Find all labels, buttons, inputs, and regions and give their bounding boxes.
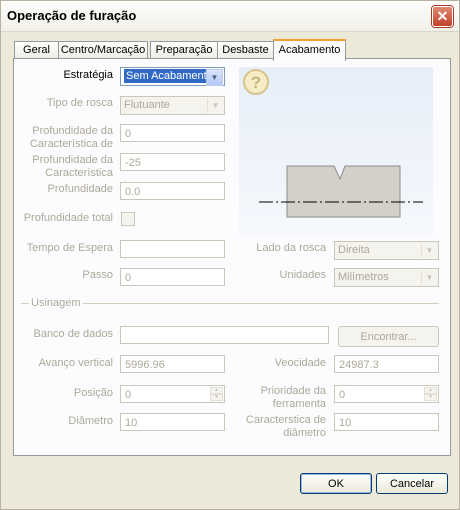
diametro-input[interactable]: 10 (120, 413, 225, 431)
caracteristica-diametro-input[interactable]: 10 (334, 413, 439, 431)
help-glyph: ? (251, 73, 261, 92)
prioridade-stepper[interactable]: 0 ▲ ▼ (334, 385, 439, 403)
tipo-rosca-label: Tipo de rosca (46, 97, 113, 109)
preview-image: ? (239, 67, 433, 235)
ok-button[interactable]: OK (300, 473, 372, 494)
velocidade-label: Veocidade (274, 357, 326, 369)
close-button[interactable]: ✕ (432, 6, 453, 27)
posicao-label: Posição (73, 387, 113, 399)
drill-preview-graphic: ? (243, 69, 423, 218)
lado-rosca-value: Direita (338, 244, 370, 256)
cancel-button[interactable]: Cancelar (376, 473, 448, 494)
label-line: ferramenta (272, 398, 326, 410)
prof-caracteristica-de-label: Profundidade da Característica de (13, 125, 113, 151)
tab-geral[interactable]: Geral (14, 41, 59, 59)
group-divider (21, 303, 439, 304)
tipo-rosca-value: Flutuante (124, 99, 170, 111)
unidades-value: Milímetros (338, 271, 389, 283)
profundidade-total-checkbox[interactable] (121, 212, 135, 226)
label-line: Característica de (29, 138, 113, 150)
avanco-vertical-label: Avanço vertical (38, 357, 113, 369)
label-line: Profundidade da (32, 125, 113, 137)
usinagem-group-title: Usinagem (29, 297, 83, 309)
label-line: Caracterstica de (245, 414, 326, 426)
tipo-rosca-select[interactable]: Flutuante ▼ (120, 96, 225, 115)
tab-preparacao[interactable]: Preparação (150, 41, 218, 59)
tempo-espera-label: Tempo de Espera (26, 242, 113, 254)
diametro-label: Diâmetro (68, 415, 113, 427)
tempo-espera-input[interactable] (120, 240, 225, 258)
tab-desbaste[interactable]: Desbaste (217, 41, 274, 59)
estrategia-value: Sem Acabamento (124, 69, 215, 83)
encontrar-button[interactable]: Encontrar... (338, 326, 439, 347)
chevron-down-icon[interactable]: ▼ (421, 270, 437, 285)
lado-rosca-label: Lado da rosca (256, 242, 326, 254)
tab-centro-marcacao[interactable]: Centro/Marcação (58, 41, 148, 59)
profundidade-label: Profundidade (47, 183, 113, 195)
prof-caracteristica-label: Profundidade da Característica (13, 154, 113, 180)
estrategia-label: Estratégia (63, 69, 113, 81)
prof-caracteristica-input[interactable]: -25 (120, 153, 225, 171)
velocidade-input[interactable]: 24987.3 (334, 355, 439, 373)
spin-up-icon[interactable]: ▲ (424, 387, 437, 394)
prioridade-label: Prioridade da ferramenta (233, 385, 326, 411)
passo-input[interactable]: 0 (120, 268, 225, 286)
label-line: diâmetro (283, 427, 326, 439)
estrategia-select[interactable]: Sem Acabamento ▼ (120, 67, 225, 86)
prof-caracteristica-de-input[interactable]: 0 (120, 124, 225, 142)
profundidade-input[interactable]: 0.0 (120, 182, 225, 200)
chevron-down-icon[interactable]: ▼ (207, 98, 223, 113)
label-line: Prioridade da (260, 385, 326, 397)
title-bar[interactable]: Operação de furação ✕ (1, 1, 459, 32)
spin-up-icon[interactable]: ▲ (210, 387, 223, 394)
dialog-window: Operação de furação ✕ Geral Centro/Marca… (0, 0, 460, 510)
chevron-down-icon[interactable]: ▼ (421, 243, 437, 258)
prioridade-value: 0 (339, 389, 346, 401)
spin-buttons[interactable]: ▲ ▼ (424, 387, 437, 401)
chevron-down-icon[interactable]: ▼ (206, 69, 223, 86)
spin-buttons[interactable]: ▲ ▼ (210, 387, 223, 401)
posicao-stepper[interactable]: 0 ▲ ▼ (120, 385, 225, 403)
tab-acabamento[interactable]: Acabamento (273, 39, 346, 61)
unidades-label: Unidades (279, 269, 326, 281)
window-title: Operação de furação (7, 8, 137, 23)
spin-down-icon[interactable]: ▼ (210, 394, 223, 401)
lado-rosca-select[interactable]: Direita ▼ (334, 241, 439, 260)
caracteristica-diametro-label: Caracterstica de diâmetro (233, 414, 326, 440)
banco-dados-label: Banco de dados (33, 328, 113, 340)
banco-dados-input[interactable] (120, 326, 329, 344)
spin-down-icon[interactable]: ▼ (424, 394, 437, 401)
workpiece-shape (286, 165, 401, 218)
label-line: Profundidade da (32, 154, 113, 166)
passo-label: Passo (82, 269, 113, 281)
unidades-select[interactable]: Milímetros ▼ (334, 268, 439, 287)
label-line: Característica (45, 167, 113, 179)
avanco-vertical-input[interactable]: 5996.96 (120, 355, 225, 373)
profundidade-total-label: Profundidade total (23, 212, 113, 224)
posicao-value: 0 (125, 389, 132, 401)
